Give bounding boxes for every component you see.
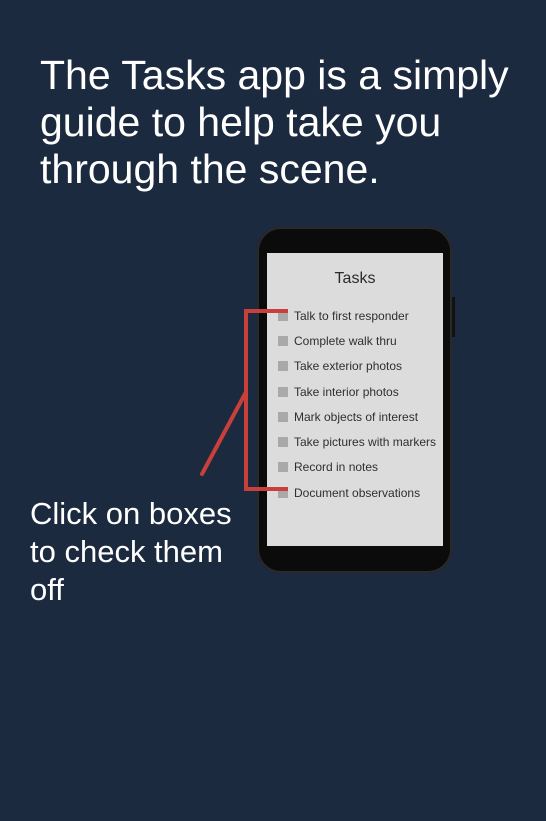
pointer-line [200,390,248,476]
callout-text: Click on boxes to check them off [30,496,232,607]
bracket-line [244,309,288,491]
annotation-bracket [200,309,288,491]
